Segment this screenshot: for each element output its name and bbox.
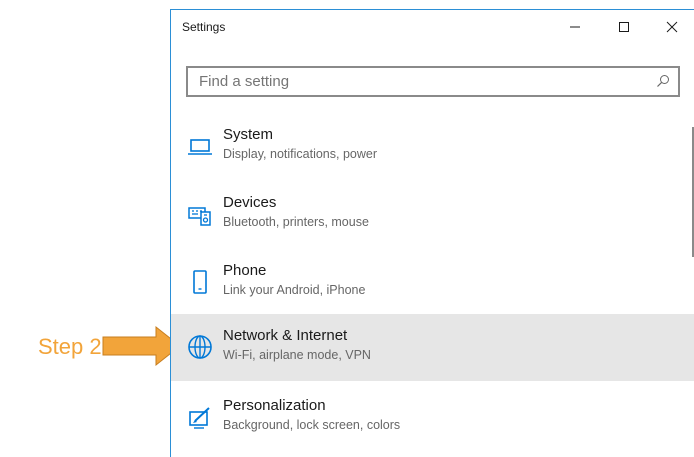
item-title: Personalization [223, 397, 326, 414]
item-title: Network & Internet [223, 327, 348, 344]
item-subtitle: Bluetooth, printers, mouse [223, 215, 369, 229]
item-subtitle: Wi-Fi, airplane mode, VPN [223, 348, 371, 362]
close-button[interactable] [649, 10, 694, 44]
devices-icon [188, 207, 211, 226]
search-box[interactable] [186, 66, 680, 97]
settings-item-devices[interactable]: Devices Bluetooth, printers, mouse [171, 181, 694, 248]
window-title: Settings [182, 20, 226, 34]
laptop-icon [188, 139, 212, 155]
minimize-button[interactable] [552, 10, 598, 44]
globe-icon [188, 335, 212, 359]
item-subtitle: Background, lock screen, colors [223, 418, 401, 432]
item-subtitle: Link your Android, iPhone [223, 283, 366, 297]
settings-item-phone[interactable]: Phone Link your Android, iPhone [171, 249, 694, 316]
item-subtitle: Display, notifications, power [223, 147, 378, 161]
settings-item-network[interactable]: Network & Internet Wi-Fi, airplane mode,… [171, 314, 694, 381]
maximize-button[interactable] [601, 10, 647, 44]
page: Step 2 Settings Find a setting System Di… [0, 0, 694, 457]
settings-item-system[interactable]: System Display, notifications, power [171, 113, 694, 180]
settings-window: Settings Find a setting System Display, … [170, 9, 694, 457]
settings-item-personalization[interactable]: Personalization Background, lock screen,… [171, 384, 694, 451]
phone-icon [193, 270, 207, 294]
item-title: System [223, 126, 274, 143]
close-icon [666, 21, 678, 33]
search-input[interactable] [199, 73, 639, 90]
item-title: Phone [223, 262, 267, 279]
paint-icon [189, 407, 210, 429]
search-icon[interactable] [656, 74, 670, 88]
maximize-icon [619, 22, 629, 32]
title-bar: Settings [171, 10, 694, 44]
item-title: Devices [223, 194, 277, 211]
step-label: Step 2 [38, 334, 102, 359]
minimize-icon [570, 26, 580, 28]
